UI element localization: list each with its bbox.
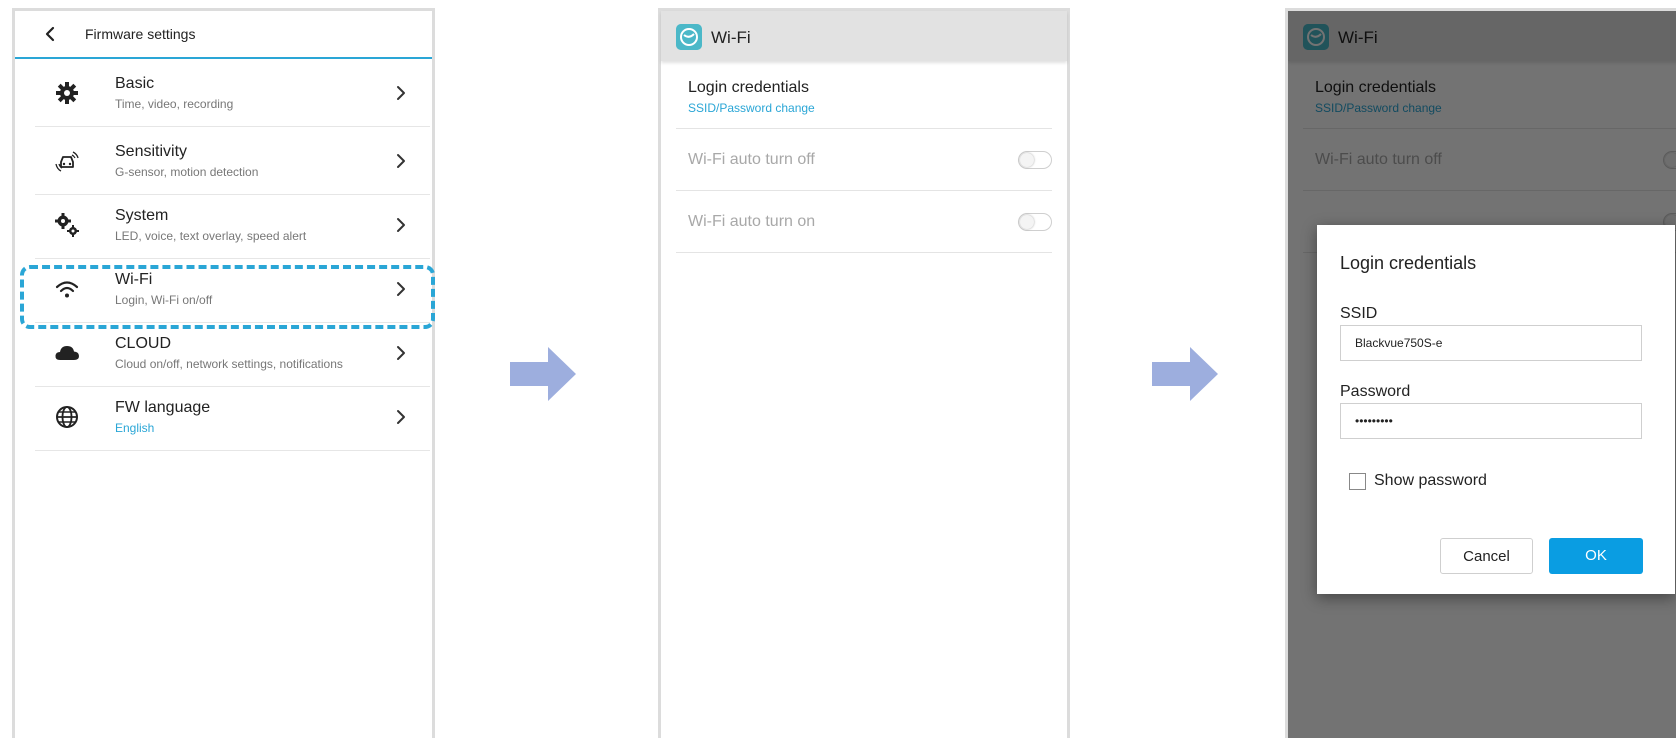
menu-item-title: System bbox=[115, 207, 169, 224]
menu-item-subtitle: English bbox=[115, 421, 155, 435]
chevron-right-icon bbox=[397, 346, 405, 360]
chevron-right-icon bbox=[397, 410, 405, 424]
row-subtitle: SSID/Password change bbox=[688, 101, 815, 115]
ssid-field[interactable]: Blackvue750S-e bbox=[1340, 325, 1642, 361]
login-credentials-screen: Wi-Fi Login credentials SSID/Password ch… bbox=[1285, 8, 1676, 738]
chevron-right-icon bbox=[397, 86, 405, 100]
login-credentials-dialog: Login credentials SSID Blackvue750S-e Pa… bbox=[1317, 225, 1675, 594]
wifi-icon bbox=[55, 281, 79, 298]
menu-item-title: FW language bbox=[115, 399, 211, 416]
car-sensor-icon bbox=[55, 151, 79, 172]
gear-icon bbox=[56, 82, 78, 104]
row-title: Wi-Fi auto turn on bbox=[688, 213, 816, 230]
login-credentials-row[interactable]: Login credentials SSID/Password change bbox=[676, 68, 1052, 129]
ok-button[interactable]: OK bbox=[1549, 538, 1643, 574]
app-logo-icon bbox=[676, 24, 702, 50]
back-arrow-icon[interactable] bbox=[41, 25, 59, 43]
menu-item-wifi[interactable]: Wi-Fi Login, Wi-Fi on/off bbox=[35, 255, 430, 323]
stage: Firmware settings Basic Time, video, rec… bbox=[0, 0, 1676, 738]
password-field[interactable]: ••••••••• bbox=[1340, 403, 1642, 439]
dialog-title: Login credentials bbox=[1340, 253, 1477, 273]
cancel-button[interactable]: Cancel bbox=[1440, 538, 1533, 574]
menu-item-cloud[interactable]: CLOUD Cloud on/off, network settings, no… bbox=[35, 319, 430, 387]
wifi-auto-off-row: Wi-Fi auto turn off bbox=[676, 129, 1052, 191]
menu-item-subtitle: Login, Wi-Fi on/off bbox=[115, 293, 213, 307]
wifi-auto-on-row: Wi-Fi auto turn on bbox=[676, 191, 1052, 253]
show-password-label: Show password bbox=[1374, 472, 1487, 489]
firmware-settings-header: Firmware settings bbox=[15, 11, 432, 59]
app-bar-title: Wi-Fi bbox=[711, 28, 751, 47]
menu-item-system[interactable]: System LED, voice, text overlay, speed a… bbox=[35, 191, 430, 259]
menu-item-basic[interactable]: Basic Time, video, recording bbox=[35, 59, 430, 127]
menu-item-title: CLOUD bbox=[115, 335, 172, 352]
menu-item-title: Sensitivity bbox=[115, 143, 188, 160]
wifi-auto-off-toggle[interactable] bbox=[1018, 151, 1052, 169]
menu-item-title: Wi-Fi bbox=[115, 271, 153, 288]
arrow-right-icon bbox=[1152, 347, 1218, 401]
menu-item-subtitle: Cloud on/off, network settings, notifica… bbox=[115, 357, 343, 371]
menu-item-title: Basic bbox=[115, 75, 155, 92]
chevron-right-icon bbox=[397, 154, 405, 168]
ssid-label: SSID bbox=[1340, 305, 1378, 322]
row-title: Wi-Fi auto turn off bbox=[688, 151, 815, 168]
arrow-right-icon bbox=[510, 347, 576, 401]
cloud-icon bbox=[55, 346, 79, 360]
system-gears-icon bbox=[55, 213, 79, 237]
row-title: Login credentials bbox=[688, 79, 809, 96]
menu-item-subtitle: LED, voice, text overlay, speed alert bbox=[115, 229, 307, 243]
menu-item-subtitle: Time, video, recording bbox=[115, 97, 234, 111]
chevron-right-icon bbox=[397, 218, 405, 232]
menu-item-subtitle: G-sensor, motion detection bbox=[115, 165, 259, 179]
firmware-settings-screen: Firmware settings Basic Time, video, rec… bbox=[12, 8, 435, 738]
menu-item-sensitivity[interactable]: Sensitivity G-sensor, motion detection bbox=[35, 127, 430, 195]
password-label: Password bbox=[1340, 383, 1411, 400]
wifi-settings-screen: Wi-Fi Login credentials SSID/Password ch… bbox=[658, 8, 1070, 738]
chevron-right-icon bbox=[397, 282, 405, 296]
wifi-auto-on-toggle[interactable] bbox=[1018, 213, 1052, 231]
menu-item-fw-language[interactable]: FW language English bbox=[35, 383, 430, 451]
globe-icon bbox=[56, 406, 78, 428]
show-password-checkbox[interactable] bbox=[1349, 473, 1366, 490]
page-title: Firmware settings bbox=[85, 26, 196, 42]
app-bar: Wi-Fi bbox=[661, 11, 1067, 61]
